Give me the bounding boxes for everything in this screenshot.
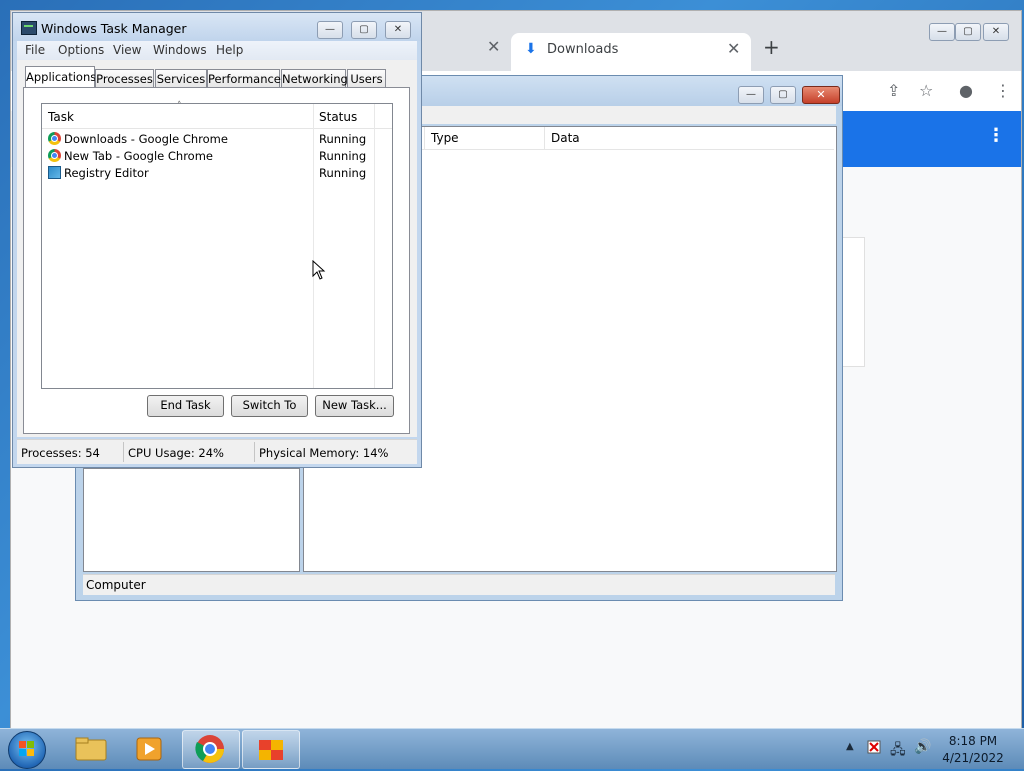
taskbar-explorer[interactable] (62, 730, 118, 767)
mouse-cursor-icon (312, 260, 326, 280)
taskbar-media-player[interactable] (122, 730, 178, 767)
clock[interactable]: 8:18 PM 4/21/2022 (938, 733, 1008, 767)
end-task-button[interactable]: End Task (147, 395, 224, 417)
downloads-header: ⋮ (841, 111, 1021, 167)
start-button[interactable] (8, 731, 46, 769)
close-tab-icon[interactable]: ✕ (727, 39, 740, 58)
tab-networking[interactable]: Networking (281, 69, 348, 89)
task-list-header: Task ˄ Status (42, 101, 392, 129)
more-options-icon[interactable]: ⋮ (987, 125, 1005, 146)
window-title: Windows Task Manager (41, 21, 187, 36)
regedit-statusbar: Computer (83, 574, 835, 595)
volume-icon[interactable]: 🔊 (914, 739, 931, 755)
applications-page: Task ˄ Status Downloads - Google Chrome … (23, 87, 410, 434)
regedit-maximize-button[interactable]: ▢ (770, 86, 796, 104)
tab-title: Downloads (547, 42, 619, 57)
sort-arrow-icon: ˄ (177, 101, 182, 111)
regedit-minimize-button[interactable]: — (738, 86, 764, 104)
chrome-minimize-button[interactable]: — (929, 23, 955, 41)
task-manager-icon (259, 740, 283, 760)
task-status: Running (319, 149, 367, 163)
task-manager-icon (21, 21, 37, 35)
windows-logo-icon (19, 741, 35, 757)
column-data[interactable]: Data (551, 131, 580, 145)
new-tab-button[interactable]: + (763, 35, 780, 59)
new-task-button[interactable]: New Task... (315, 395, 394, 417)
tab-services[interactable]: Services (155, 69, 207, 89)
taskbar: ▲ 🖧 🔊 8:18 PM 4/21/2022 (0, 728, 1024, 769)
statusbar: Processes: 54 CPU Usage: 24% Physical Me… (17, 439, 417, 464)
task-name: Registry Editor (64, 166, 149, 180)
status-divider (123, 442, 124, 462)
task-manager-window: Windows Task Manager — ▢ ✕ File Options … (12, 12, 422, 468)
status-divider (254, 442, 255, 462)
chrome-icon (48, 149, 61, 162)
task-name: New Tab - Google Chrome (64, 149, 213, 163)
column-task[interactable]: Task (48, 110, 74, 124)
taskbar-task-manager[interactable] (242, 730, 300, 769)
chrome-icon (48, 132, 61, 145)
profile-icon[interactable]: ● (959, 81, 973, 100)
tab-users[interactable]: Users (347, 69, 386, 89)
flag-warning-icon (867, 740, 881, 754)
chrome-close-button[interactable]: ✕ (983, 23, 1009, 41)
tab-performance[interactable]: Performance (207, 69, 281, 89)
show-hidden-icons[interactable]: ▲ (846, 741, 854, 752)
column-separator[interactable] (424, 127, 425, 149)
menubar: File Options View Windows Help (17, 41, 417, 60)
maximize-button[interactable]: ▢ (351, 21, 377, 39)
column-separator[interactable] (544, 127, 545, 149)
clock-time: 8:18 PM (948, 734, 998, 748)
task-name: Downloads - Google Chrome (64, 132, 228, 146)
process-count: Processes: 54 (21, 446, 100, 460)
tab-processes[interactable]: Processes (95, 69, 154, 89)
task-manager-titlebar[interactable]: Windows Task Manager — ▢ ✕ (13, 13, 421, 41)
switch-to-button[interactable]: Switch To (231, 395, 308, 417)
physical-memory: Physical Memory: 14% (259, 446, 389, 460)
task-row[interactable]: Registry Editor Running (42, 164, 392, 181)
media-player-icon (136, 737, 162, 761)
tab-downloads[interactable]: ⬇ Downloads ✕ (511, 33, 751, 71)
cpu-usage: CPU Usage: 24% (128, 446, 224, 460)
menu-file[interactable]: File (25, 43, 45, 57)
minimize-button[interactable]: — (317, 21, 343, 39)
chrome-maximize-button[interactable]: ▢ (955, 23, 981, 41)
column-status[interactable]: Status (319, 110, 357, 124)
task-status: Running (319, 166, 367, 180)
menu-view[interactable]: View (113, 43, 141, 57)
chrome-icon (195, 735, 224, 763)
chrome-menu-icon[interactable]: ⋮ (995, 81, 1011, 100)
task-status: Running (319, 132, 367, 146)
share-icon[interactable]: ⇪ (887, 81, 900, 100)
task-list[interactable]: Task ˄ Status Downloads - Google Chrome … (41, 101, 393, 389)
close-tab-icon[interactable]: ✕ (487, 37, 500, 56)
taskbar-chrome[interactable] (182, 730, 240, 769)
folder-icon (75, 737, 107, 761)
registry-editor-icon (48, 166, 61, 179)
close-button[interactable]: ✕ (385, 21, 411, 39)
download-icon: ⬇ (525, 41, 537, 57)
network-icon[interactable]: 🖧 (890, 739, 906, 763)
clock-date: 4/21/2022 (942, 751, 1004, 765)
regedit-close-button[interactable]: ✕ (802, 86, 840, 104)
downloads-card (841, 237, 865, 367)
task-row[interactable]: Downloads - Google Chrome Running (42, 130, 392, 147)
registry-tree-pane[interactable] (83, 468, 300, 572)
task-manager-body: Applications Processes Services Performa… (17, 60, 417, 437)
menu-help[interactable]: Help (216, 43, 243, 57)
task-row[interactable]: New Tab - Google Chrome Running (42, 147, 392, 164)
tab-applications[interactable]: Applications (25, 66, 96, 89)
menu-windows[interactable]: Windows (153, 43, 207, 57)
column-type[interactable]: Type (431, 131, 459, 145)
star-icon[interactable]: ☆ (919, 81, 933, 100)
menu-options[interactable]: Options (58, 43, 104, 57)
action-center-icon[interactable] (866, 739, 882, 759)
status-path: Computer (86, 578, 146, 592)
